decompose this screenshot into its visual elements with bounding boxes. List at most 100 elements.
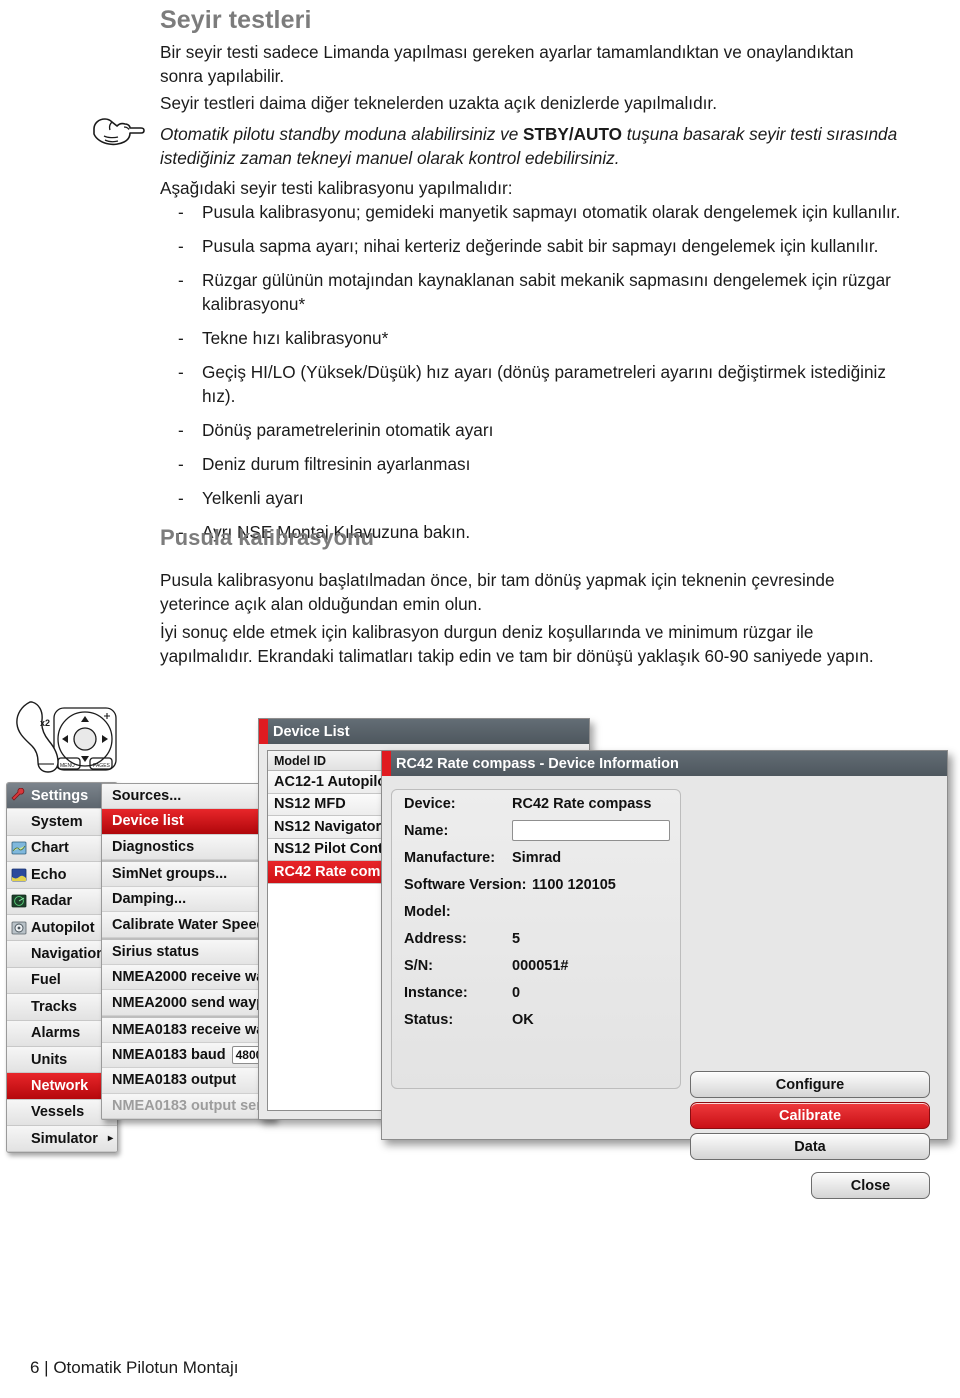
field-value: 0 bbox=[512, 984, 521, 1001]
list-item-label: Pusula sapma ayarı; nihai kerteriz değer… bbox=[202, 236, 879, 256]
field-instance: Instance: 0 bbox=[392, 979, 680, 1006]
field-status: Status: OK bbox=[392, 1006, 680, 1033]
device-information-title: RC42 Rate compass - Device Information bbox=[396, 755, 679, 772]
submenu-item-label: Sources... bbox=[112, 788, 182, 805]
paragraph-2: Seyir testleri daima diğer teknelerden u… bbox=[160, 93, 717, 113]
fuel-icon bbox=[11, 972, 27, 988]
submenu-item-sirius-status[interactable]: Sirius status bbox=[102, 937, 274, 966]
configure-button[interactable]: Configure bbox=[690, 1071, 930, 1098]
submenu-item-diagnostics[interactable]: Diagnostics bbox=[102, 834, 274, 860]
chart-icon bbox=[11, 840, 27, 856]
device-row-label: NS12 Navigator bbox=[274, 818, 382, 835]
vessels-icon bbox=[11, 1104, 27, 1120]
list-item-label: Yelkenli ayarı bbox=[202, 488, 304, 508]
list-item: - Deniz durum filtresinin ayarlanması bbox=[174, 452, 902, 476]
note-text-before: Otomatik pilotu standby moduna alabilirs… bbox=[160, 124, 524, 144]
submenu-item-nmea2000-send-waypoint[interactable]: NMEA2000 send waypoint bbox=[102, 990, 274, 1016]
title-accent-bar bbox=[259, 719, 268, 744]
submenu-item-sources[interactable]: Sources... bbox=[102, 784, 274, 810]
list-item: - Geçiş HI/LO (Yüksek/Düşük) hız ayarı (d… bbox=[174, 360, 902, 408]
bullet-dash: - bbox=[178, 328, 184, 348]
bullet-dash: - bbox=[178, 420, 184, 440]
submenu-item-label: NMEA0183 output sentences bbox=[112, 1097, 274, 1114]
calibration-list: - Pusula kalibrasyonu; gemideki manyetik … bbox=[174, 200, 902, 554]
submenu-item-label: Device list bbox=[112, 813, 184, 830]
submenu-item-damping[interactable]: Damping... bbox=[102, 887, 274, 913]
field-label: Name: bbox=[404, 822, 449, 839]
field-label: Instance: bbox=[404, 984, 468, 1001]
calibrate-button[interactable]: Calibrate bbox=[690, 1102, 930, 1129]
list-item: - Pusula sapma ayarı; nihai kerteriz değe… bbox=[174, 234, 902, 258]
submenu-item-nmea0183-output[interactable]: NMEA0183 output bbox=[102, 1068, 274, 1094]
page-title: Seyir testleri bbox=[160, 6, 312, 34]
network-submenu[interactable]: Sources... Device list Diagnostics SimNe… bbox=[101, 783, 275, 1120]
radar-icon bbox=[11, 893, 27, 909]
field-label: Manufacture: bbox=[404, 849, 496, 866]
list-intro: Aşağıdaki seyir testi kalibrasyonu yapıl… bbox=[160, 178, 513, 198]
list-item-label: Tekne hızı kalibrasyonu* bbox=[202, 328, 389, 348]
device-information-fields: Device: RC42 Rate compass Name: Manufact… bbox=[391, 789, 681, 1089]
device-list-titlebar: Device List bbox=[259, 719, 589, 744]
autopilot-keypad-illustration: x2 MENU PAGES bbox=[8, 700, 123, 792]
list-item-label: Pusula kalibrasyonu; gemideki manyetik s… bbox=[202, 202, 901, 222]
device-name-input[interactable] bbox=[512, 820, 670, 841]
field-serial-number: S/N: 000051# bbox=[392, 952, 680, 979]
submenu-item-label: NMEA2000 send waypoint bbox=[112, 994, 274, 1011]
list-item: - Yelkenli ayarı bbox=[174, 486, 902, 510]
submenu-item-label: SimNet groups... bbox=[112, 866, 228, 883]
submenu-item-label: Calibrate Water Speed... bbox=[112, 916, 274, 933]
submenu-item-label: NMEA0183 receive waypoint bbox=[112, 1021, 274, 1038]
submenu-item-label: Damping... bbox=[112, 891, 187, 908]
svg-text:MENU: MENU bbox=[60, 763, 75, 769]
list-item: - Rüzgar gülünün motajından kaynaklanan s… bbox=[174, 268, 902, 316]
submenu-item-nmea0183-baud[interactable]: NMEA0183 baud 4800 (default) bbox=[102, 1042, 274, 1069]
data-button[interactable]: Data bbox=[690, 1133, 930, 1160]
submenu-item-nmea2000-receive-waypoint[interactable]: NMEA2000 receive waypoint bbox=[102, 965, 274, 991]
title-accent-bar bbox=[382, 751, 391, 776]
field-label: Software Version: bbox=[404, 876, 527, 893]
device-information-window: RC42 Rate compass - Device Information D… bbox=[381, 750, 948, 1199]
field-value: RC42 Rate compass bbox=[512, 795, 652, 812]
field-address: Address: 5 bbox=[392, 925, 680, 952]
paragraph-1: Bir seyir testi sadece Limanda yapılması… bbox=[160, 42, 854, 86]
page-footer: 6 | Otomatik Pilotun Montajı bbox=[30, 1358, 239, 1377]
tracks-icon bbox=[11, 999, 27, 1015]
submenu-item-label: NMEA0183 output bbox=[112, 1072, 237, 1089]
close-button[interactable]: Close bbox=[811, 1172, 930, 1199]
submenu-item-device-list[interactable]: Device list bbox=[102, 809, 274, 835]
pointing-hand-icon bbox=[88, 110, 148, 154]
paragraph-4: İyi sonuç elde etmek için kalibrasyon du… bbox=[160, 622, 874, 666]
submenu-item-simnet-groups[interactable]: SimNet groups... bbox=[102, 859, 274, 888]
field-model: Model: bbox=[392, 898, 680, 925]
settings-wrench-icon bbox=[11, 787, 27, 804]
submenu-item-label: Sirius status bbox=[112, 943, 200, 960]
screenshot-composite: x2 MENU PAGES Settings System Chart Echo… bbox=[0, 700, 960, 1199]
list-item-label: Rüzgar gülünün motajından kaynaklanan sa… bbox=[202, 270, 891, 314]
list-item-label: Deniz durum filtresinin ayarlanması bbox=[202, 454, 471, 474]
list-item-label: Geçiş HI/LO (Yüksek/Düşük) hız ayarı (dö… bbox=[202, 362, 886, 406]
sidebar-item-simulator[interactable]: Simulator ▸ bbox=[7, 1126, 117, 1153]
field-value: 000051# bbox=[512, 957, 569, 974]
system-icon bbox=[11, 814, 27, 830]
submenu-item-nmea0183-receive-waypoint[interactable]: NMEA0183 receive waypoint bbox=[102, 1015, 274, 1043]
submenu-item-calibrate-water-speed[interactable]: Calibrate Water Speed... bbox=[102, 912, 274, 938]
field-software-version: Software Version: 1100 120105 bbox=[392, 871, 680, 898]
bullet-dash: - bbox=[178, 362, 184, 382]
list-item: - Dönüş parametrelerinin otomatik ayarı bbox=[174, 418, 902, 442]
field-device: Device: RC42 Rate compass bbox=[392, 790, 680, 817]
device-row-label: NS12 MFD bbox=[274, 796, 346, 813]
field-label: Model: bbox=[404, 903, 451, 920]
device-list-title: Device List bbox=[273, 723, 350, 740]
illustration-x2-label: x2 bbox=[40, 718, 50, 728]
sidebar-item-label: Simulator bbox=[31, 1130, 98, 1147]
note-paragraph: Otomatik pilotu standby moduna alabilirs… bbox=[160, 122, 900, 170]
bullet-dash: - bbox=[178, 488, 184, 508]
chevron-right-icon: ▸ bbox=[107, 1133, 113, 1145]
submenu-item-label: NMEA0183 baud bbox=[112, 1047, 226, 1064]
field-label: Address: bbox=[404, 930, 467, 947]
units-icon bbox=[11, 1052, 27, 1068]
navigation-icon bbox=[11, 946, 27, 962]
note-key-label: STBY/AUTO bbox=[523, 124, 623, 144]
device-information-titlebar: RC42 Rate compass - Device Information bbox=[382, 751, 947, 776]
paragraph-3: Pusula kalibrasyonu başlatılmadan önce, … bbox=[160, 570, 835, 614]
